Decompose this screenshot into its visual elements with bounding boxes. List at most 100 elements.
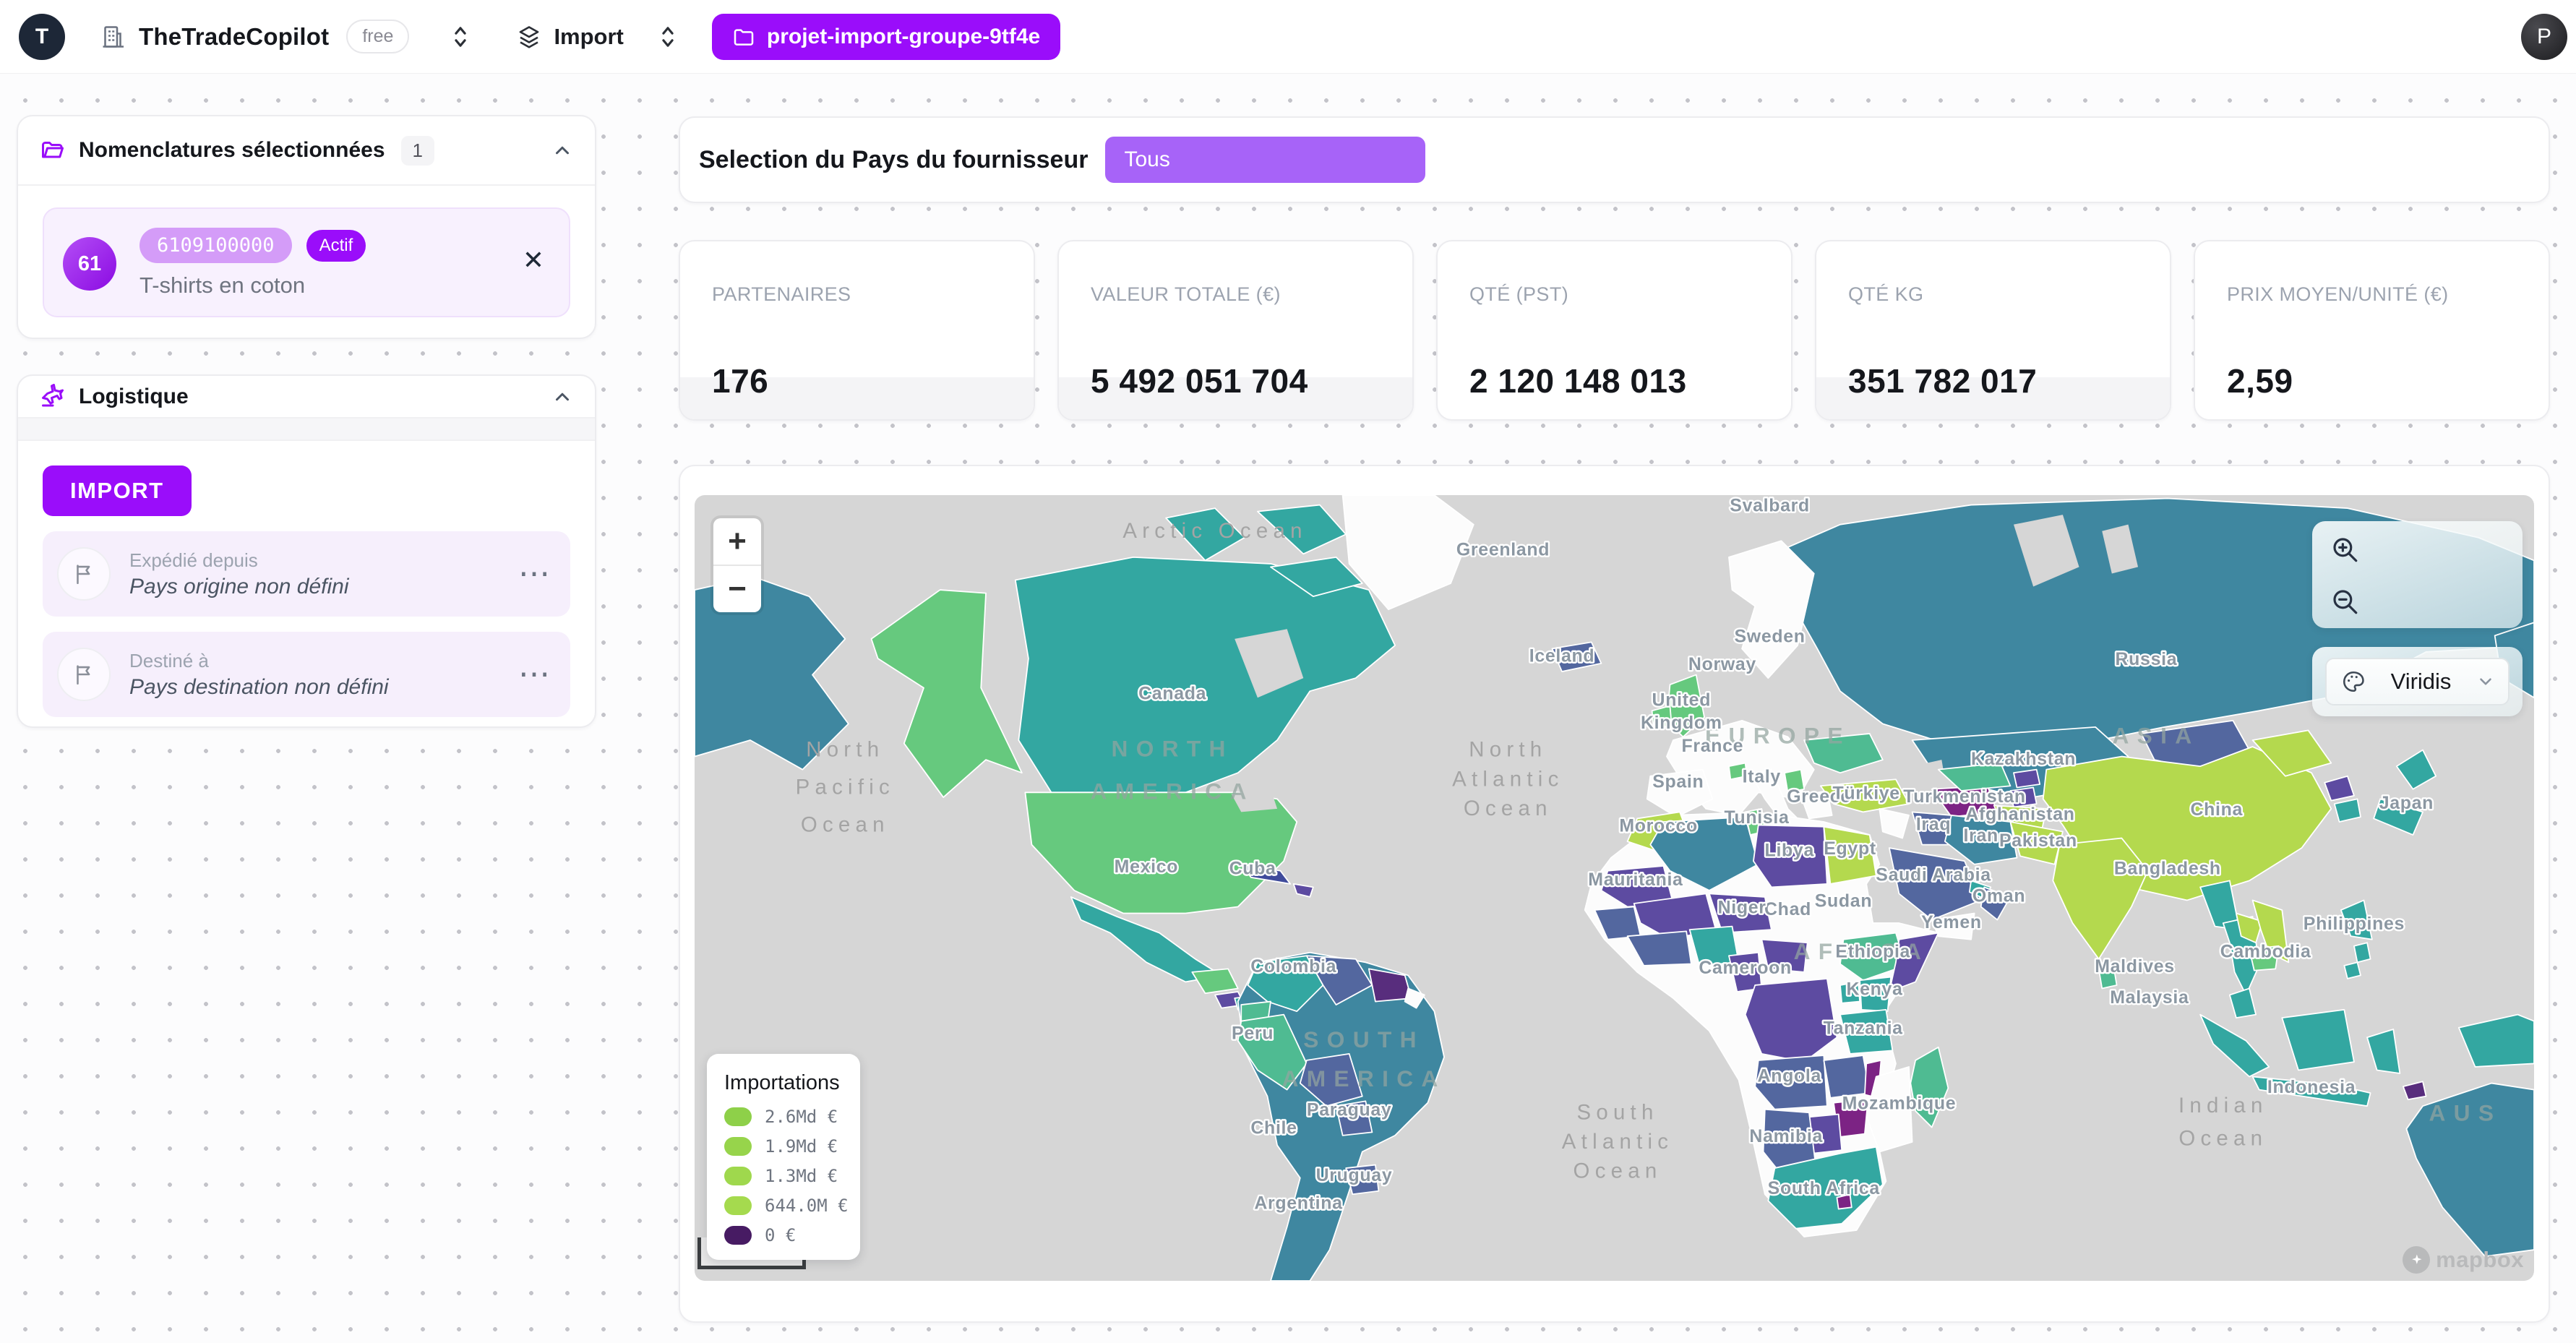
project-badge[interactable]: projet-import-groupe-9tf4e xyxy=(712,14,1060,60)
flag-icon xyxy=(57,648,111,701)
import-mode-button[interactable]: IMPORT xyxy=(43,465,192,516)
map-label: France xyxy=(1681,736,1743,756)
mapbox-pin-icon xyxy=(2403,1246,2430,1274)
map-label: Maldives xyxy=(2095,956,2175,977)
stat-card: VALEUR TOTALE (€)5 492 051 704 xyxy=(1057,240,1414,421)
map-label: Chile xyxy=(1250,1118,1297,1138)
palette-select[interactable]: Viridis xyxy=(2325,658,2510,705)
legend-swatch xyxy=(724,1196,752,1215)
flag-icon xyxy=(57,547,111,601)
map-label: Afghanistan xyxy=(1965,804,2074,825)
logistique-panel: Logistique IMPORT Expédié depuisPays ori… xyxy=(17,374,596,728)
map-label: Canada xyxy=(1138,684,1206,704)
app-logo[interactable]: T xyxy=(19,14,65,60)
logistics-row-value: Pays origine non défini xyxy=(129,575,349,599)
status-badge: Actif xyxy=(306,230,366,262)
map-label: Norway xyxy=(1688,654,1756,674)
stat-value: 2,59 xyxy=(2227,361,2293,400)
map-label: Spain xyxy=(1652,772,1704,792)
map-label: Turkmenistan xyxy=(1903,786,2026,807)
map-label: Atlantic xyxy=(1562,1130,1673,1154)
legend-label: 1.3Md € xyxy=(765,1166,838,1186)
logistics-row[interactable]: Destiné àPays destination non défini⋯ xyxy=(43,632,570,717)
map-label: United xyxy=(1652,690,1712,711)
mapbox-wordmark: mapbox xyxy=(2436,1247,2524,1273)
map-label: Chad xyxy=(1764,899,1811,919)
map-label: Greenland xyxy=(1456,540,1550,560)
map-label: Iran xyxy=(1963,825,1998,846)
map-label: Malaysia xyxy=(2110,987,2189,1008)
map-label: South Africa xyxy=(1768,1178,1880,1198)
collapse-chevron-up-icon[interactable] xyxy=(551,386,573,408)
map-label: Ocean xyxy=(1464,797,1553,820)
map-label: Oman xyxy=(1972,886,2025,906)
logistics-row-value: Pays destination non défini xyxy=(129,675,389,700)
project-badge-label: projet-import-groupe-9tf4e xyxy=(767,25,1040,49)
legend-rows: 2.6Md €1.9Md €1.3Md €644.0M €0 € xyxy=(724,1107,844,1245)
avatar[interactable]: P xyxy=(2521,14,2567,60)
logistics-row-label: Expédié depuis xyxy=(129,549,349,572)
stats-row: PARTENAIRES176VALEUR TOTALE (€)5 492 051… xyxy=(679,240,2550,421)
map-label: Iceland xyxy=(1529,646,1595,666)
map-label: NORTH xyxy=(1112,736,1234,762)
legend-row: 1.9Md € xyxy=(724,1136,844,1157)
map-label: Mexico xyxy=(1115,857,1178,877)
map-label: Uruguay xyxy=(1316,1165,1393,1185)
stat-card: PARTENAIRES176 xyxy=(679,240,1035,421)
map-label: SOUTH xyxy=(1303,1026,1425,1052)
map-label: Tunisia xyxy=(1724,807,1789,828)
map-label: Morocco xyxy=(1619,816,1698,836)
map-label: Pakistan xyxy=(1999,831,2077,851)
map-card: Arctic OceanNorthPacificOceanNorthAtlant… xyxy=(679,465,2550,1323)
map-label: Mozambique xyxy=(1842,1094,1957,1114)
map-label: Tanzania xyxy=(1824,1018,1903,1039)
map-label: AMERICA xyxy=(1282,1065,1446,1091)
legend-row: 1.3Md € xyxy=(724,1166,844,1186)
legend-swatch xyxy=(724,1167,752,1185)
legend-row: 644.0M € xyxy=(724,1196,844,1216)
stat-value: 2 120 148 013 xyxy=(1469,361,1687,400)
map-label: Egypt xyxy=(1824,838,1876,859)
magnifier-minus-icon[interactable] xyxy=(2330,586,2360,617)
map-label: South xyxy=(1576,1100,1658,1124)
map-label: Arctic Ocean xyxy=(1122,519,1307,543)
close-icon[interactable]: ✕ xyxy=(523,245,544,275)
map-label: Sweden xyxy=(1735,626,1806,646)
legend-label: 1.9Md € xyxy=(765,1136,838,1157)
nav-flow-import[interactable]: Import xyxy=(554,24,623,50)
legend-row: 2.6Md € xyxy=(724,1107,844,1127)
org-switcher-icon[interactable] xyxy=(450,25,471,49)
nomenclature-item[interactable]: 61 6109100000 Actif T-shirts en coton ✕ xyxy=(43,207,570,317)
map-label: North xyxy=(1469,738,1547,762)
logistics-row[interactable]: Expédié depuisPays origine non défini⋯ xyxy=(43,531,570,617)
map-label: Philippines xyxy=(2304,914,2405,934)
palette-name: Viridis xyxy=(2366,669,2476,695)
mapbox-attribution[interactable]: mapbox xyxy=(2403,1246,2524,1274)
map-label: Mauritania xyxy=(1588,870,1683,890)
flow-switcher-icon[interactable] xyxy=(657,25,679,49)
map-label: Bangladesh xyxy=(2114,858,2221,878)
map-tools-panel xyxy=(2312,521,2523,628)
legend-swatch xyxy=(724,1137,752,1156)
map-label: Paraguay xyxy=(1307,1100,1392,1120)
stat-value: 351 782 017 xyxy=(1848,361,2037,400)
magnifier-plus-icon[interactable] xyxy=(2330,534,2360,565)
stat-card: QTÉ (PST)2 120 148 013 xyxy=(1436,240,1793,421)
flow-layers-icon xyxy=(516,24,542,50)
collapse-chevron-up-icon[interactable] xyxy=(551,140,573,161)
map-label: Ocean xyxy=(2178,1126,2267,1150)
map-zoom-out-button[interactable]: − xyxy=(713,566,761,612)
world-choropleth-map[interactable]: Arctic OceanNorthPacificOceanNorthAtlant… xyxy=(695,495,2534,1281)
stat-label: PARTENAIRES xyxy=(712,283,851,306)
nomenclatures-title: Nomenclatures sélectionnées xyxy=(79,138,385,163)
map-zoom-in-button[interactable]: + xyxy=(713,518,761,565)
chapter-badge: 61 xyxy=(63,237,116,291)
map-legend: Importations 2.6Md €1.9Md €1.3Md €644.0M… xyxy=(707,1054,860,1260)
stat-label: VALEUR TOTALE (€) xyxy=(1091,283,1281,306)
map-label: Saudi Arabia xyxy=(1876,864,1991,885)
map-label: Angola xyxy=(1758,1065,1821,1086)
map-label: Russia xyxy=(2116,649,2178,669)
nomenclatures-panel: Nomenclatures sélectionnées 1 61 6109100… xyxy=(17,115,596,339)
map-label: AUS xyxy=(2429,1100,2502,1126)
country-select[interactable]: Tous xyxy=(1105,137,1425,183)
